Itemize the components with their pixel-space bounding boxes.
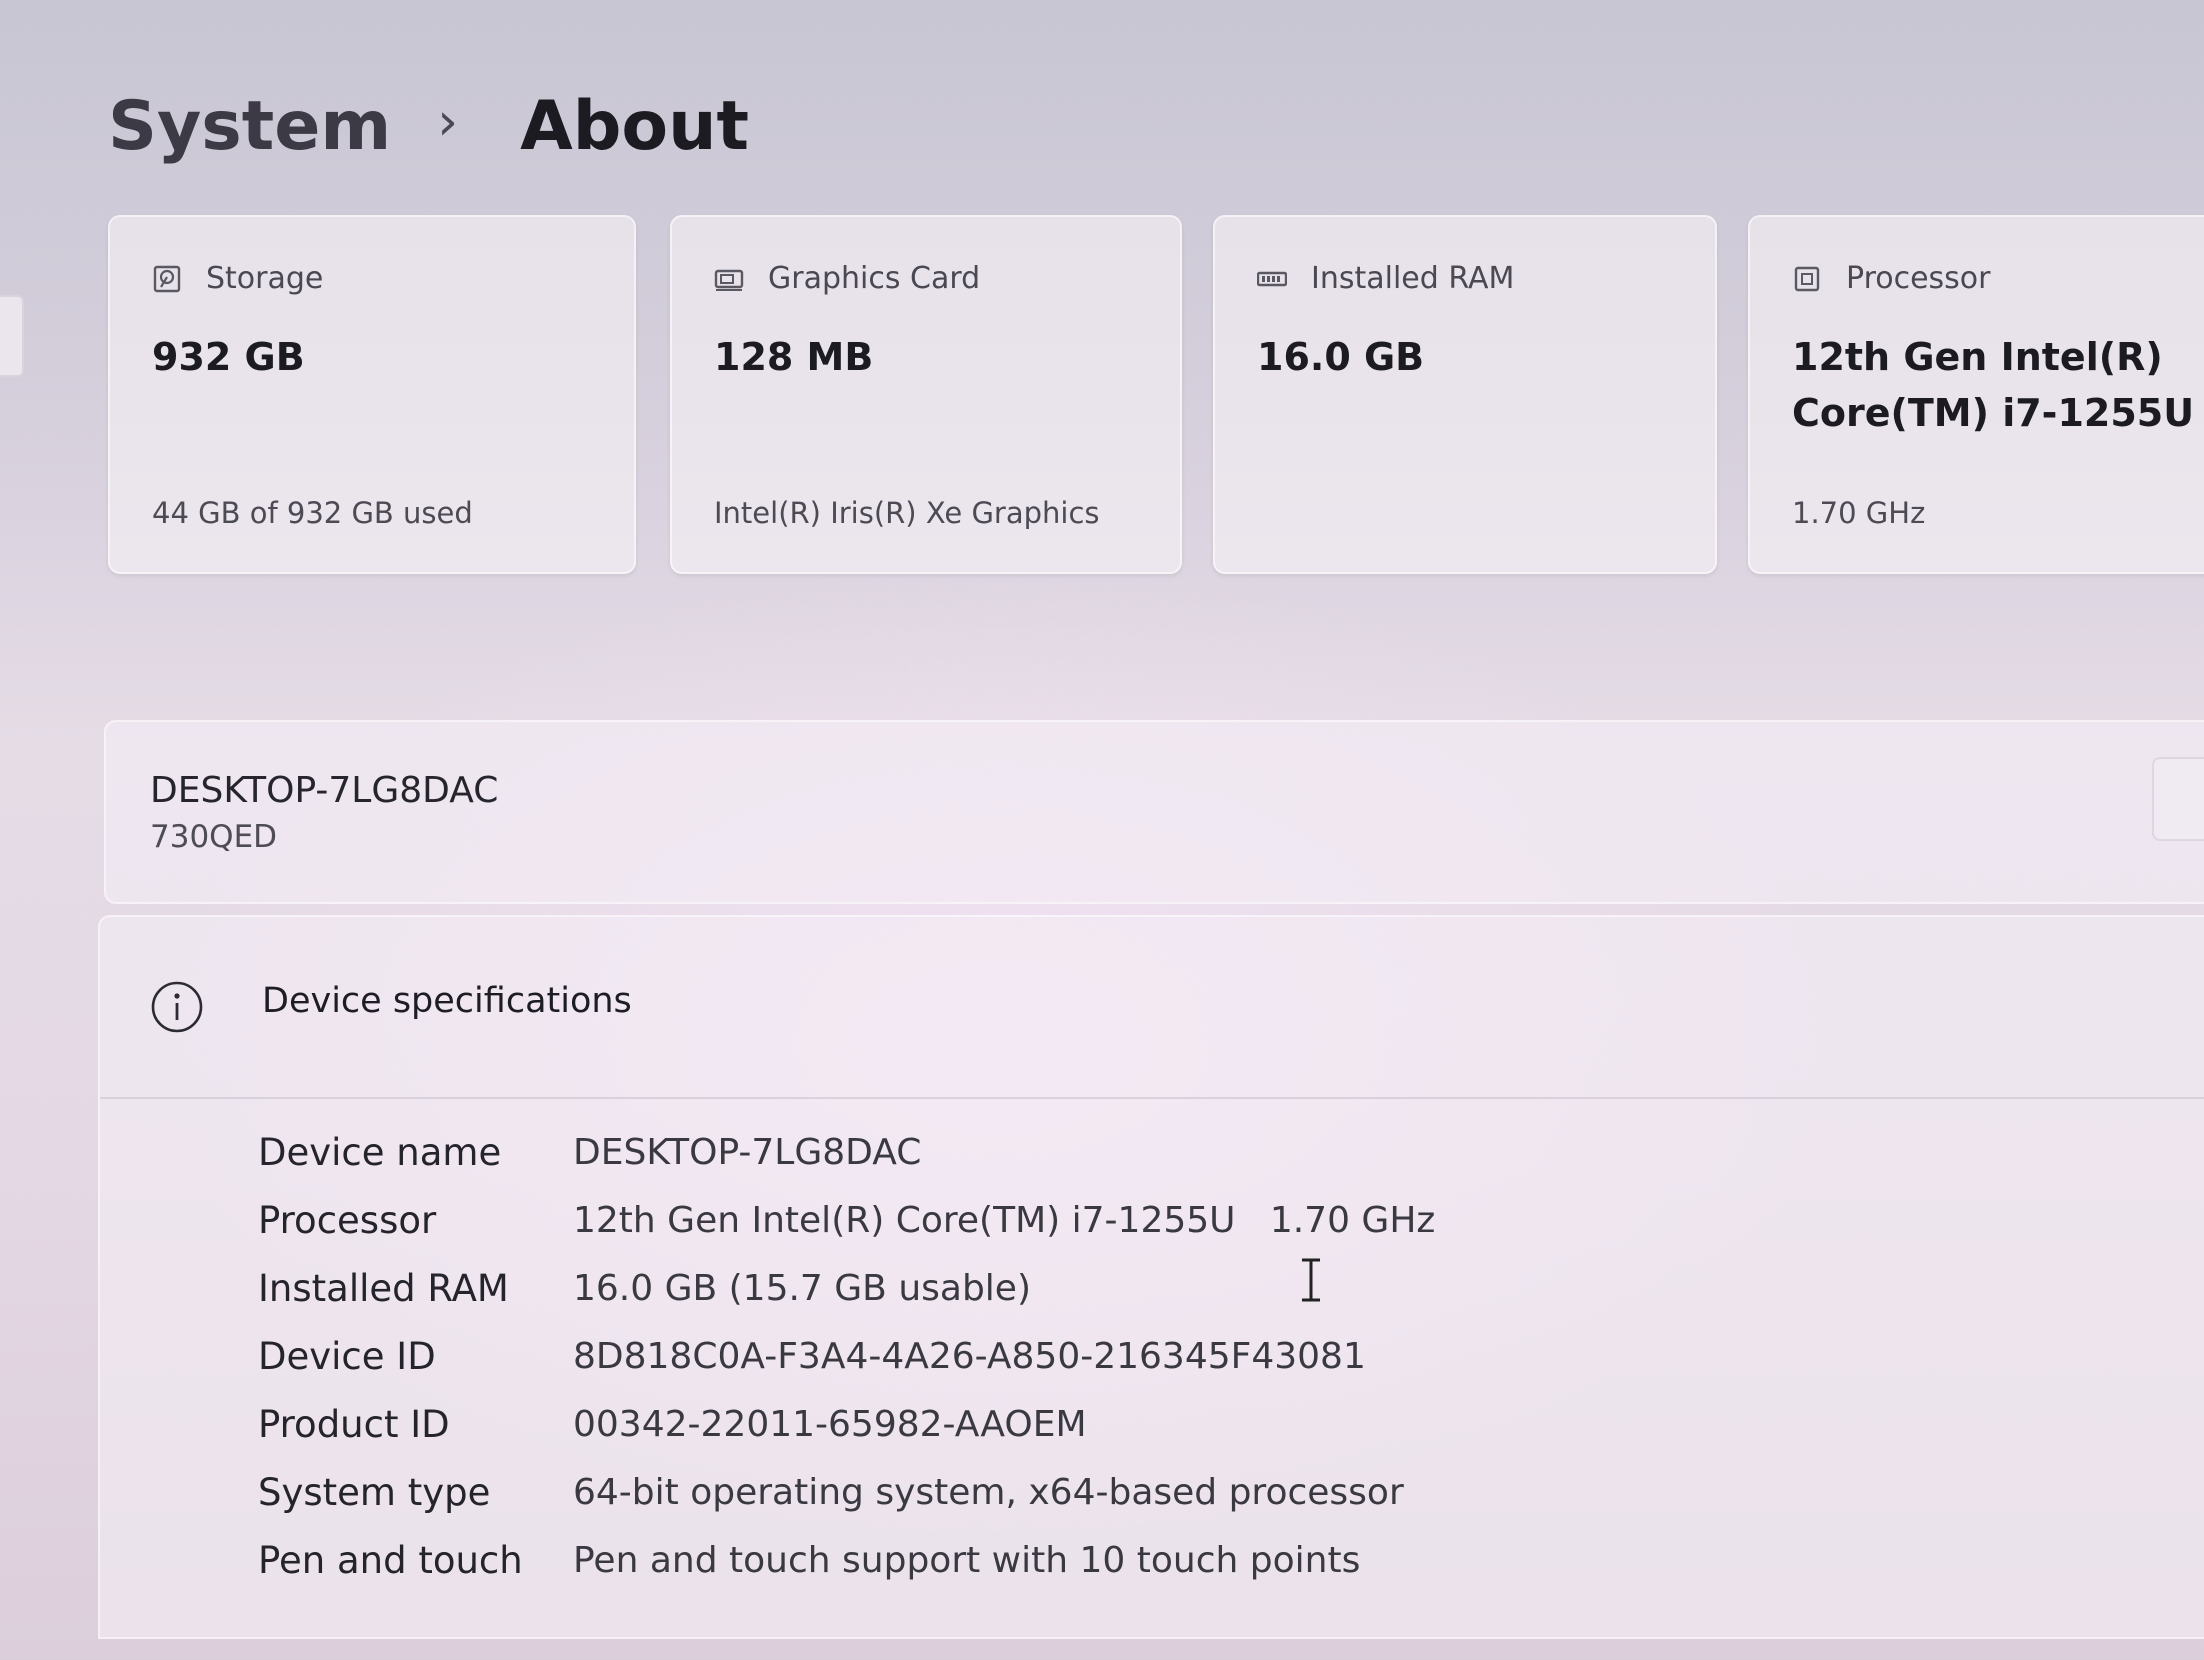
storage-card-title: Storage [206, 261, 324, 296]
storage-card-value: 932 GB [152, 335, 305, 379]
rename-pc-button[interactable] [2152, 757, 2204, 841]
graphics-card-card[interactable]: Graphics Card 128 MB Intel(R) Iris(R) Xe… [670, 215, 1182, 574]
graphics-card-value: 128 MB [714, 335, 874, 379]
spec-value[interactable]: DESKTOP-7LG8DAC [573, 1132, 921, 1173]
processor-card-value-line1: 12th Gen Intel(R) [1792, 335, 2163, 379]
spec-label: Product ID [258, 1402, 450, 1446]
installed-ram-title: Installed RAM [1311, 261, 1515, 296]
breadcrumb: System › About [108, 78, 749, 174]
page-title: About [520, 86, 749, 166]
device-name-heading: DESKTOP-7LG8DAC [150, 770, 499, 811]
spec-value[interactable]: Pen and touch support with 10 touch poin… [573, 1540, 1360, 1581]
spec-value[interactable]: 16.0 GB (15.7 GB usable) [573, 1268, 1031, 1309]
processor-card-speed: 1.70 GHz [1792, 496, 1926, 530]
spec-row-product-id: Product ID 00342-22011-65982-AAOEM [258, 1394, 1087, 1454]
processor-card-title: Processor [1846, 261, 1991, 296]
text-cursor-icon [1302, 1258, 1320, 1302]
breadcrumb-system[interactable]: System [108, 87, 391, 166]
spec-label: Device ID [258, 1334, 436, 1378]
spec-row-device-name: Device name DESKTOP-7LG8DAC [258, 1122, 921, 1182]
device-specifications-header[interactable]: Device specifications [100, 917, 2204, 1099]
ram-icon [1257, 271, 1287, 286]
info-icon [151, 981, 203, 1033]
spec-label: System type [258, 1470, 491, 1514]
graphics-card-icon [714, 269, 744, 291]
spec-row-pen-and-touch: Pen and touch Pen and touch support with… [258, 1530, 1360, 1590]
device-header: DESKTOP-7LG8DAC 730QED [104, 720, 2204, 904]
device-specifications-title: Device specifications [262, 981, 632, 1021]
spec-row-device-id: Device ID 8D818C0A-F3A4-4A26-A850-216345… [258, 1326, 1366, 1386]
storage-icon [153, 265, 181, 292]
storage-card[interactable]: Storage 932 GB 44 GB of 932 GB used [108, 215, 636, 574]
processor-icon [1794, 266, 1820, 291]
nav-pane-edge[interactable] [0, 295, 24, 377]
spec-value[interactable]: 00342-22011-65982-AAOEM [573, 1404, 1087, 1445]
processor-card[interactable]: Processor 12th Gen Intel(R) Core(TM) i7-… [1748, 215, 2204, 574]
spec-label: Pen and touch [258, 1538, 523, 1582]
installed-ram-card[interactable]: Installed RAM 16.0 GB [1213, 215, 1717, 574]
graphics-card-title: Graphics Card [768, 261, 981, 296]
device-specifications-panel: Device specifications Device name DESKTO… [98, 915, 2204, 1639]
storage-card-usage: 44 GB of 932 GB used [152, 496, 473, 530]
spec-label: Processor [258, 1198, 437, 1242]
processor-card-value: 12th Gen Intel(R) Core(TM) i7-1255U [1792, 329, 2194, 441]
spec-value[interactable]: 8D818C0A-F3A4-4A26-A850-216345F43081 [573, 1336, 1366, 1377]
installed-ram-value: 16.0 GB [1257, 335, 1425, 379]
processor-card-value-line2: Core(TM) i7-1255U [1792, 391, 2195, 435]
spec-label: Installed RAM [258, 1266, 509, 1310]
spec-row-system-type: System type 64-bit operating system, x64… [258, 1462, 1404, 1522]
spec-row-processor: Processor 12th Gen Intel(R) Core(TM) i7-… [258, 1190, 1435, 1250]
device-model: 730QED [150, 819, 278, 855]
spec-value[interactable]: 12th Gen Intel(R) Core(TM) i7-1255U 1.70… [573, 1200, 1435, 1241]
spec-row-installed-ram: Installed RAM 16.0 GB (15.7 GB usable) [258, 1258, 1031, 1318]
breadcrumb-chevron-icon: › [437, 92, 459, 152]
spec-label: Device name [258, 1130, 502, 1174]
graphics-card-model: Intel(R) Iris(R) Xe Graphics [714, 496, 1100, 530]
spec-value[interactable]: 64-bit operating system, x64-based proce… [573, 1472, 1404, 1513]
